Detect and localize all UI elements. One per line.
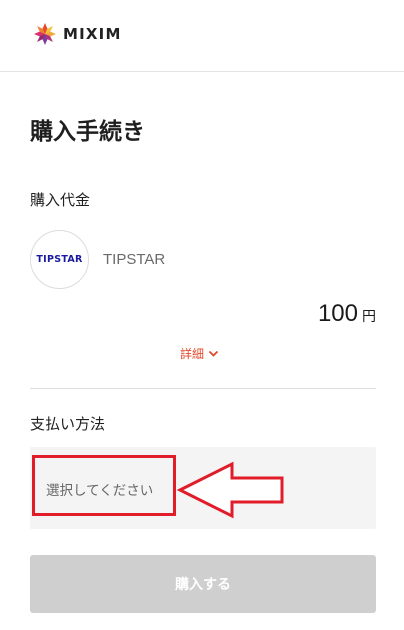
price-amount: 100	[317, 300, 358, 327]
product-name: TIPSTAR	[103, 251, 166, 268]
payment-method-label: 支払い方法	[30, 415, 106, 433]
payment-select-placeholder: 選択してください	[46, 483, 154, 499]
brand-name: MIXIM	[63, 25, 122, 43]
brand-logo[interactable]: MIXIM	[33, 22, 122, 46]
mixim-logo-icon	[34, 23, 56, 45]
page-title: 購入手続き	[30, 119, 145, 145]
chevron-down-icon	[208, 350, 219, 357]
product-row: TIPSTAR TIPSTAR	[30, 230, 165, 289]
product-logo: TIPSTAR	[30, 230, 89, 289]
purchase-amount-label: 購入代金	[30, 191, 91, 209]
payment-method-select[interactable]: 選択してください	[30, 447, 376, 529]
price-currency: 円	[362, 309, 376, 325]
details-toggle[interactable]: 詳細	[180, 345, 219, 362]
app-header: MIXIM	[0, 0, 404, 72]
divider	[30, 388, 376, 389]
details-label: 詳細	[180, 347, 205, 361]
purchase-button[interactable]: 購入する	[30, 555, 376, 613]
product-logo-text: TIPSTAR	[36, 254, 83, 265]
price: 100 円	[318, 300, 376, 328]
